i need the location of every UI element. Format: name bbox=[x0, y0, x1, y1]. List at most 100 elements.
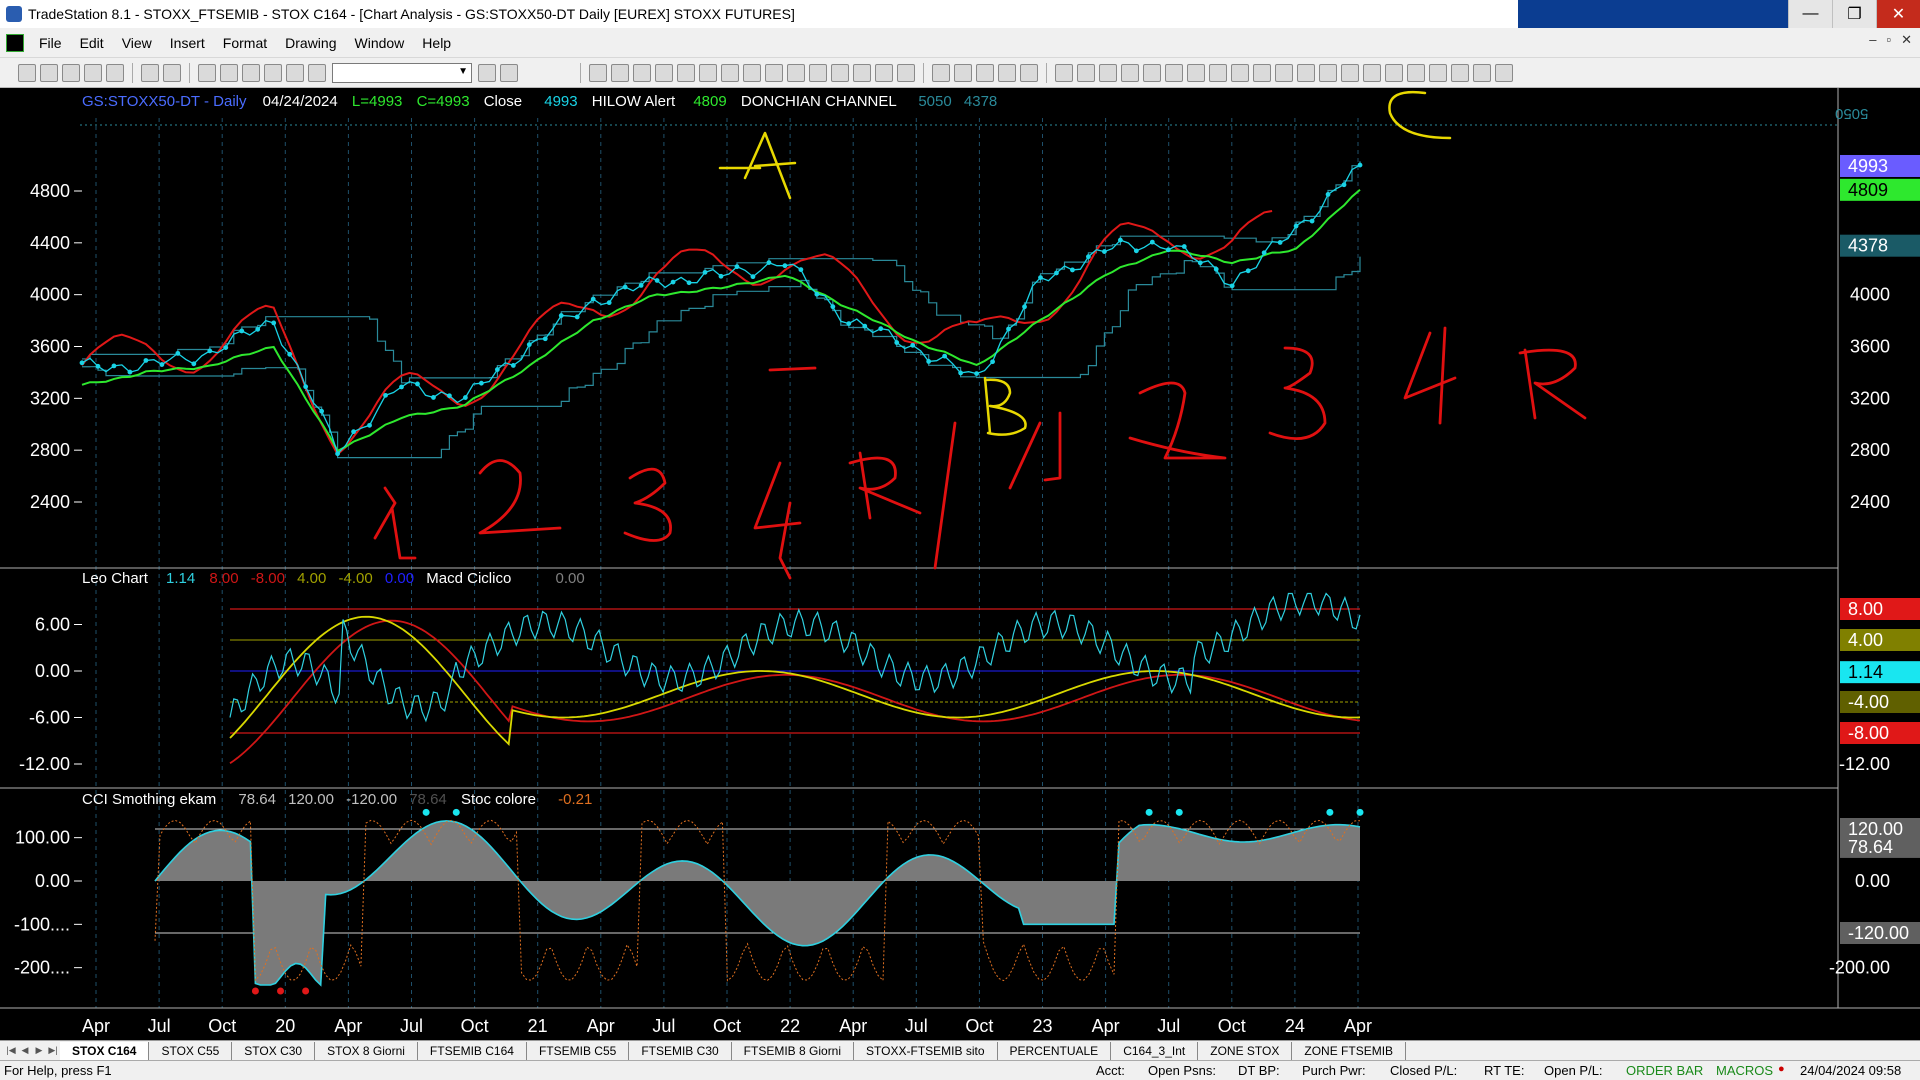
symbol-combo[interactable] bbox=[332, 62, 472, 83]
grid-icon[interactable] bbox=[1020, 63, 1038, 82]
tab-zone-stox[interactable]: ZONE STOX bbox=[1198, 1041, 1293, 1060]
refresh-icon[interactable] bbox=[677, 63, 695, 82]
matrix-icon[interactable] bbox=[809, 63, 827, 82]
copy-icon[interactable] bbox=[998, 63, 1016, 82]
order-icon[interactable] bbox=[831, 63, 849, 82]
zoom-in-icon[interactable] bbox=[875, 63, 893, 82]
price-dot bbox=[1229, 283, 1235, 289]
status-order-bar[interactable]: ORDER BAR bbox=[1626, 1063, 1703, 1078]
horizontal-line-icon[interactable] bbox=[1099, 63, 1117, 82]
vertical-line-icon[interactable] bbox=[1077, 63, 1095, 82]
arc-icon[interactable] bbox=[1275, 63, 1293, 82]
time-axis[interactable]: Apr Jul Oct 20 Apr Jul Oct 21 Apr Jul Oct 22 Apr Jul O… bbox=[82, 1016, 1372, 1036]
window-cascade-icon[interactable] bbox=[198, 63, 216, 82]
play-icon[interactable] bbox=[478, 63, 496, 82]
tab-first-button[interactable]: |◀ bbox=[4, 1044, 18, 1058]
link-icon[interactable] bbox=[242, 63, 260, 82]
radar-icon[interactable] bbox=[765, 63, 783, 82]
fan-icon[interactable] bbox=[1253, 63, 1271, 82]
save-icon[interactable] bbox=[106, 63, 124, 82]
fib-extension-icon[interactable] bbox=[1319, 63, 1337, 82]
chart-window-icon[interactable] bbox=[6, 33, 24, 52]
status-macros[interactable]: MACROS bbox=[1716, 1063, 1773, 1078]
bar-chart-icon[interactable] bbox=[589, 63, 607, 82]
tab-ftsemib-c164[interactable]: FTSEMIB C164 bbox=[418, 1041, 527, 1060]
tab-stoxx-ftsemib-sito[interactable]: STOXX-FTSEMIB sito bbox=[854, 1041, 998, 1060]
candle-icon[interactable] bbox=[633, 63, 651, 82]
tab-ftsemib-c30[interactable]: FTSEMIB C30 bbox=[629, 1041, 732, 1060]
rectangle-icon[interactable] bbox=[1473, 63, 1491, 82]
tab-stox-c164[interactable]: STOX C164 bbox=[60, 1041, 150, 1060]
search-icon[interactable] bbox=[500, 63, 518, 82]
tab-last-button[interactable]: ▶| bbox=[46, 1044, 60, 1058]
strategy-icon[interactable] bbox=[286, 63, 304, 82]
new-workspace-icon[interactable] bbox=[62, 63, 80, 82]
arrow-up-icon[interactable] bbox=[1429, 63, 1447, 82]
tab-stox-c55[interactable]: STOX C55 bbox=[149, 1041, 233, 1060]
price-dot bbox=[1341, 182, 1347, 188]
tab-zone-ftsemib[interactable]: ZONE FTSEMIB bbox=[1292, 1041, 1407, 1060]
tab-ftsemib-c55[interactable]: FTSEMIB C55 bbox=[527, 1041, 630, 1060]
price-dot bbox=[926, 359, 932, 364]
price-dot bbox=[1006, 326, 1011, 332]
menu-insert[interactable]: Insert bbox=[161, 35, 214, 51]
chart-analysis-icon[interactable] bbox=[787, 63, 805, 82]
chart-canvas[interactable]: 5050 GS:STOXX50-DT - Daily 04/24/2024 L=… bbox=[0, 88, 1920, 1040]
text-icon[interactable] bbox=[1495, 63, 1513, 82]
zoom-out-icon[interactable] bbox=[897, 63, 915, 82]
menu-edit[interactable]: Edit bbox=[71, 35, 113, 51]
menu-help[interactable]: Help bbox=[413, 35, 460, 51]
tab-prev-button[interactable]: ◀ bbox=[18, 1044, 32, 1058]
print-preview-icon[interactable] bbox=[141, 63, 159, 82]
menu-format[interactable]: Format bbox=[214, 35, 276, 51]
window-tile-icon[interactable] bbox=[220, 63, 238, 82]
leo-axis-badges: 8.00 4.00 1.14 -4.00 -8.00 bbox=[1840, 598, 1920, 744]
data-window-icon[interactable] bbox=[699, 63, 717, 82]
new-icon[interactable] bbox=[18, 63, 36, 82]
axis-tick-label: 2400 bbox=[30, 492, 70, 512]
insert-indicator-icon[interactable] bbox=[954, 63, 972, 82]
tab-stox-c30[interactable]: STOX C30 bbox=[232, 1041, 316, 1060]
andrews-pitchfork-icon[interactable] bbox=[1209, 63, 1227, 82]
arrow-horizontal-icon[interactable] bbox=[1297, 63, 1315, 82]
cycle-icon[interactable] bbox=[1341, 63, 1359, 82]
print-icon[interactable] bbox=[163, 63, 181, 82]
channel-icon[interactable] bbox=[1121, 63, 1139, 82]
pointer-icon[interactable] bbox=[932, 63, 950, 82]
tab-percentuale[interactable]: PERCENTUALE bbox=[998, 1041, 1112, 1060]
tab-next-button[interactable]: ▶ bbox=[32, 1044, 46, 1058]
ellipse-icon[interactable] bbox=[1451, 63, 1469, 82]
doc-minimize-button[interactable]: – bbox=[1869, 32, 1876, 48]
menu-file[interactable]: File bbox=[30, 35, 71, 51]
lock-icon[interactable] bbox=[264, 63, 282, 82]
open-icon[interactable] bbox=[40, 63, 58, 82]
minimize-button[interactable]: — bbox=[1788, 0, 1832, 28]
doc-restore-button[interactable]: ▫ bbox=[1886, 32, 1891, 48]
arrow-down-icon[interactable] bbox=[1407, 63, 1425, 82]
pencil-icon[interactable] bbox=[1363, 63, 1381, 82]
globe-icon[interactable] bbox=[743, 63, 761, 82]
menu-view[interactable]: View bbox=[113, 35, 161, 51]
indicator-icon[interactable] bbox=[308, 63, 326, 82]
doc-close-button[interactable]: ✕ bbox=[1901, 32, 1912, 48]
close-button[interactable]: ✕ bbox=[1876, 0, 1920, 28]
menu-window[interactable]: Window bbox=[346, 35, 414, 51]
trendline-icon[interactable] bbox=[1055, 63, 1073, 82]
settings-icon[interactable] bbox=[721, 63, 739, 82]
tab-ftsemib-8-giorni[interactable]: FTSEMIB 8 Giorni bbox=[732, 1041, 855, 1060]
tool-icon[interactable] bbox=[976, 63, 994, 82]
format-icon[interactable] bbox=[655, 63, 673, 82]
tab-c164-3-int[interactable]: C164_3_Int bbox=[1111, 1041, 1199, 1060]
maximize-button[interactable]: ❐ bbox=[1832, 0, 1876, 28]
hand-icon[interactable] bbox=[853, 63, 871, 82]
tab-stox-8-giorni[interactable]: STOX 8 Giorni bbox=[315, 1041, 418, 1060]
fibonacci-icon[interactable] bbox=[1143, 63, 1161, 82]
open-workspace-icon[interactable] bbox=[84, 63, 102, 82]
chart-analysis-window[interactable]: 5050 GS:STOXX50-DT - Daily 04/24/2024 L=… bbox=[0, 88, 1920, 1040]
gann-icon[interactable] bbox=[1165, 63, 1183, 82]
curve-icon[interactable] bbox=[1385, 63, 1403, 82]
line-chart-icon[interactable] bbox=[611, 63, 629, 82]
regression-icon[interactable] bbox=[1231, 63, 1249, 82]
speed-line-icon[interactable] bbox=[1187, 63, 1205, 82]
menu-drawing[interactable]: Drawing bbox=[276, 35, 345, 51]
